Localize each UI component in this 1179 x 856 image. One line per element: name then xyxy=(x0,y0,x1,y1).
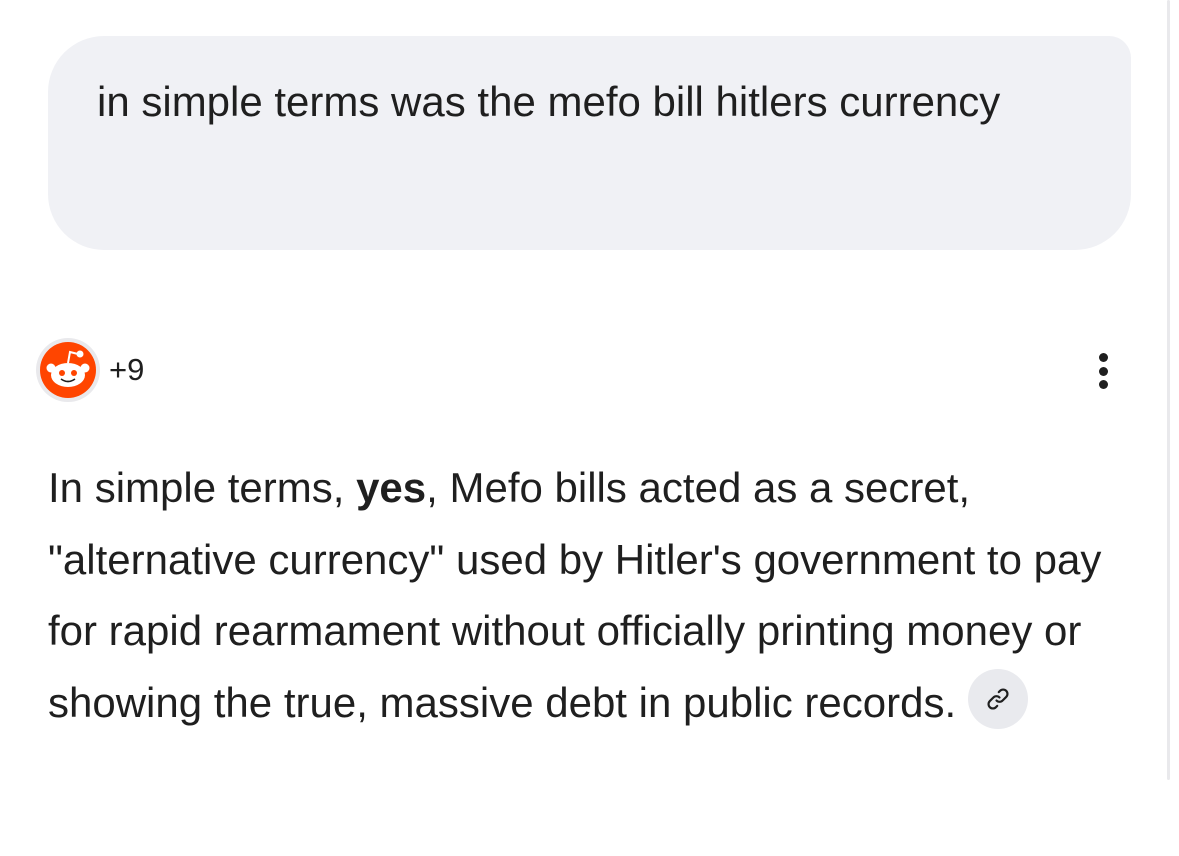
answer-bold: yes xyxy=(356,464,427,511)
user-message-bubble: in simple terms was the mefo bill hitler… xyxy=(48,36,1131,250)
reddit-icon xyxy=(40,342,96,398)
source-avatar[interactable] xyxy=(36,338,100,402)
answer-part-1: In simple terms, xyxy=(48,464,357,511)
source-count[interactable]: +9 xyxy=(109,352,144,388)
link-button[interactable] xyxy=(968,669,1029,730)
scrollbar[interactable] xyxy=(1167,0,1170,780)
answer-text: In simple terms, yes, Mefo bills acted a… xyxy=(48,452,1148,738)
link-icon xyxy=(987,688,1009,710)
more-options-button[interactable] xyxy=(1088,344,1118,398)
more-vert-icon-dot xyxy=(1098,380,1108,389)
more-vert-icon-dot xyxy=(1098,366,1108,376)
more-vert-icon xyxy=(1098,353,1108,362)
user-message-text: in simple terms was the mefo bill hitler… xyxy=(97,78,1001,125)
response-header: +9 xyxy=(36,338,1136,402)
chat-view: in simple terms was the mefo bill hitler… xyxy=(0,0,1179,856)
